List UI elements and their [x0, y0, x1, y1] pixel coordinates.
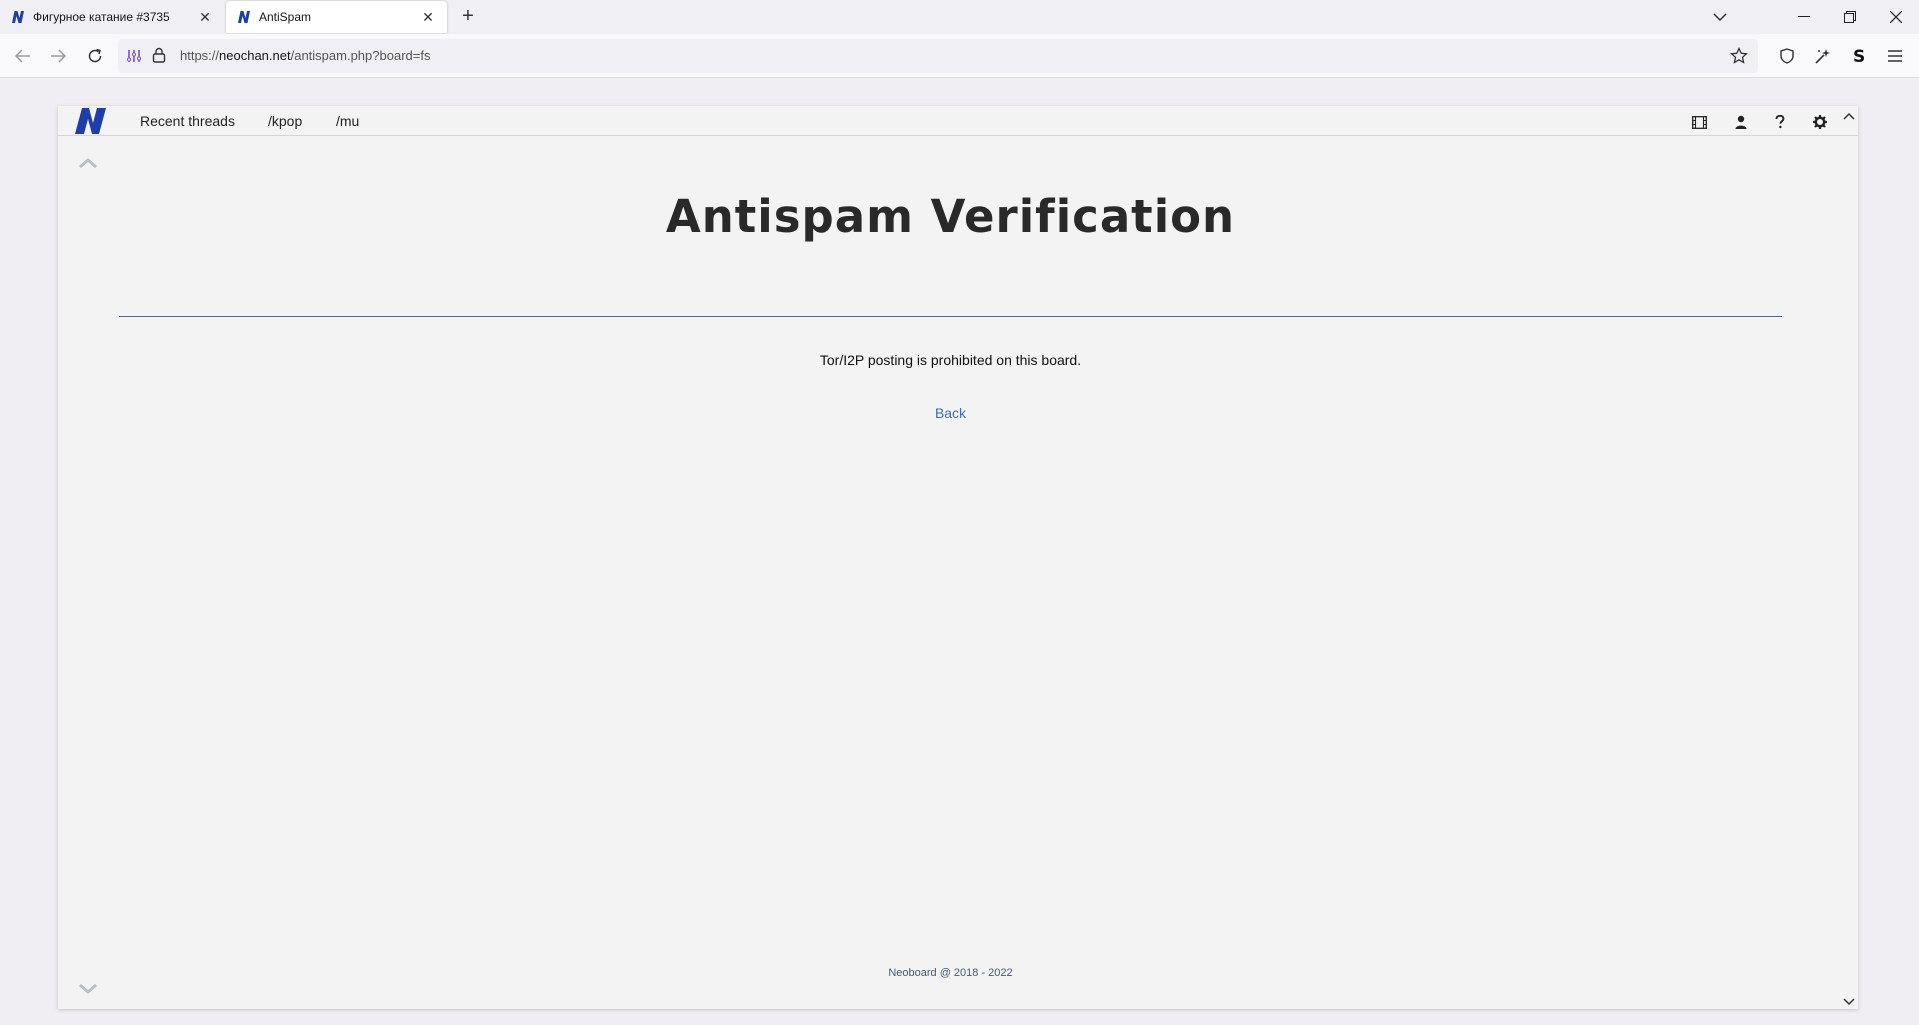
scroll-bottom-chevron-icon[interactable]: [78, 982, 98, 996]
lock-icon[interactable]: [152, 47, 168, 65]
reload-icon[interactable]: [80, 41, 110, 71]
back-link[interactable]: Back: [935, 405, 966, 421]
error-message: Tor/I2P posting is prohibited on this bo…: [819, 352, 1082, 368]
nav-mu[interactable]: /mu: [336, 113, 359, 129]
neochan-logo-icon: [10, 9, 26, 25]
browser-tab-bar: Фигурное катание #3735 ✕ AntiSpam ✕ +: [0, 0, 1919, 34]
footer-copyright: Neoboard @ 2018 - 2022: [888, 967, 1013, 979]
back-link-wrapper: Back: [58, 405, 1843, 421]
tab-close-icon[interactable]: ✕: [196, 8, 214, 26]
tab-title: AntiSpam: [259, 10, 312, 24]
bookmark-star-icon[interactable]: [1730, 46, 1748, 65]
extensions-sparkle-icon[interactable]: [1813, 46, 1833, 66]
list-all-tabs-icon[interactable]: [1708, 6, 1732, 28]
new-tab-button[interactable]: +: [456, 5, 480, 29]
neochan-logo-icon[interactable]: [74, 107, 108, 135]
browser-tab[interactable]: Фигурное катание #3735 ✕: [0, 0, 224, 34]
svg-text:S: S: [1853, 47, 1865, 65]
help-icon[interactable]: [1772, 114, 1788, 130]
page-scrollbar[interactable]: [1838, 106, 1860, 1009]
permissions-icon[interactable]: [126, 48, 142, 64]
page-title: Antispam Verification: [665, 190, 1236, 243]
scrollbar-up-arrow-icon[interactable]: [1842, 108, 1856, 120]
nav-recent-threads[interactable]: Recent threads: [140, 113, 235, 129]
browser-toolbar: https://neochan.net/antispam.php?board=f…: [0, 34, 1919, 78]
forward-arrow-icon[interactable]: [43, 41, 73, 71]
s-extension-icon[interactable]: S: [1849, 46, 1869, 66]
browser-tab-active[interactable]: AntiSpam ✕: [226, 1, 447, 33]
nav-kpop[interactable]: /kpop: [268, 113, 302, 129]
user-icon[interactable]: [1733, 114, 1749, 130]
close-window-icon[interactable]: [1873, 0, 1919, 34]
restore-icon[interactable]: [1827, 0, 1873, 34]
scroll-top-chevron-icon[interactable]: [78, 156, 98, 170]
tab-close-icon[interactable]: ✕: [419, 8, 437, 26]
neochan-logo-icon: [236, 9, 252, 25]
tab-title: Фигурное катание #3735: [33, 10, 170, 24]
address-bar[interactable]: https://neochan.net/antispam.php?board=f…: [118, 39, 1758, 73]
url-text: https://neochan.net/antispam.php?board=f…: [180, 48, 431, 63]
back-arrow-icon[interactable]: [8, 41, 38, 71]
page-container: Recent threads /kpop /mu Antispam Verifi…: [58, 106, 1858, 1009]
menu-hamburger-icon[interactable]: [1885, 46, 1905, 66]
video-icon[interactable]: [1691, 114, 1707, 130]
title-divider: [119, 316, 1782, 317]
settings-icon[interactable]: [1812, 114, 1828, 130]
minimize-icon[interactable]: [1781, 0, 1827, 34]
shield-icon[interactable]: [1777, 46, 1797, 66]
site-top-bar: Recent threads /kpop /mu: [58, 106, 1858, 136]
scrollbar-down-arrow-icon[interactable]: [1842, 994, 1856, 1006]
